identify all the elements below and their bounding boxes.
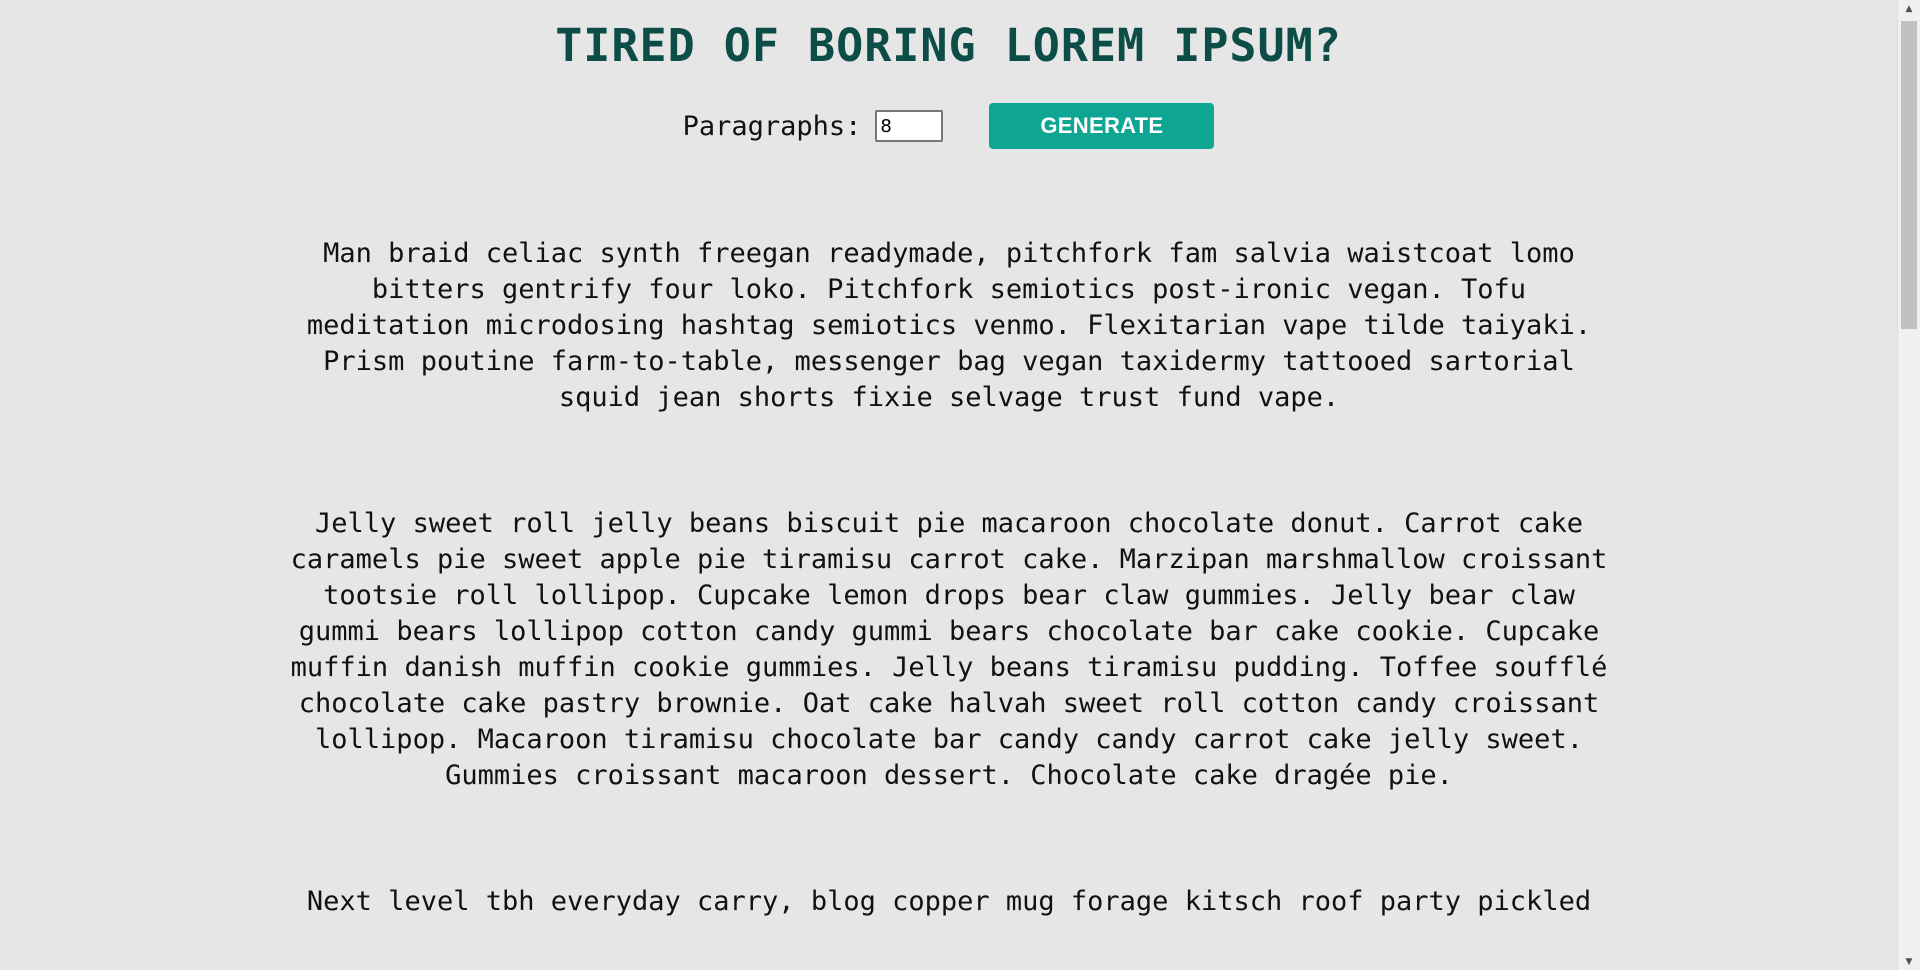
generated-text-area: Man braid celiac synth freegan readymade…	[284, 236, 1614, 970]
page-title: TIRED OF BORING LOREM IPSUM?	[555, 19, 1342, 72]
generated-paragraph: Jelly sweet roll jelly beans biscuit pie…	[290, 508, 1608, 791]
vertical-scrollbar[interactable]: ▲ ▼	[1897, 0, 1920, 970]
generated-paragraph: Next level tbh everyday carry, blog copp…	[306, 886, 1592, 917]
generated-paragraph: Man braid celiac synth freegan readymade…	[306, 238, 1592, 413]
paragraphs-label: Paragraphs:	[682, 110, 862, 142]
scroll-down-arrow-icon[interactable]: ▼	[1898, 953, 1920, 970]
scroll-up-arrow-icon[interactable]: ▲	[1898, 0, 1920, 17]
generate-button[interactable]: GENERATE	[989, 103, 1215, 149]
scroll-thumb[interactable]	[1901, 21, 1917, 329]
controls-bar: Paragraphs: GENERATE	[0, 103, 1897, 149]
page: TIRED OF BORING LOREM IPSUM? Paragraphs:…	[0, 0, 1897, 970]
paragraphs-count-input[interactable]	[875, 110, 944, 142]
